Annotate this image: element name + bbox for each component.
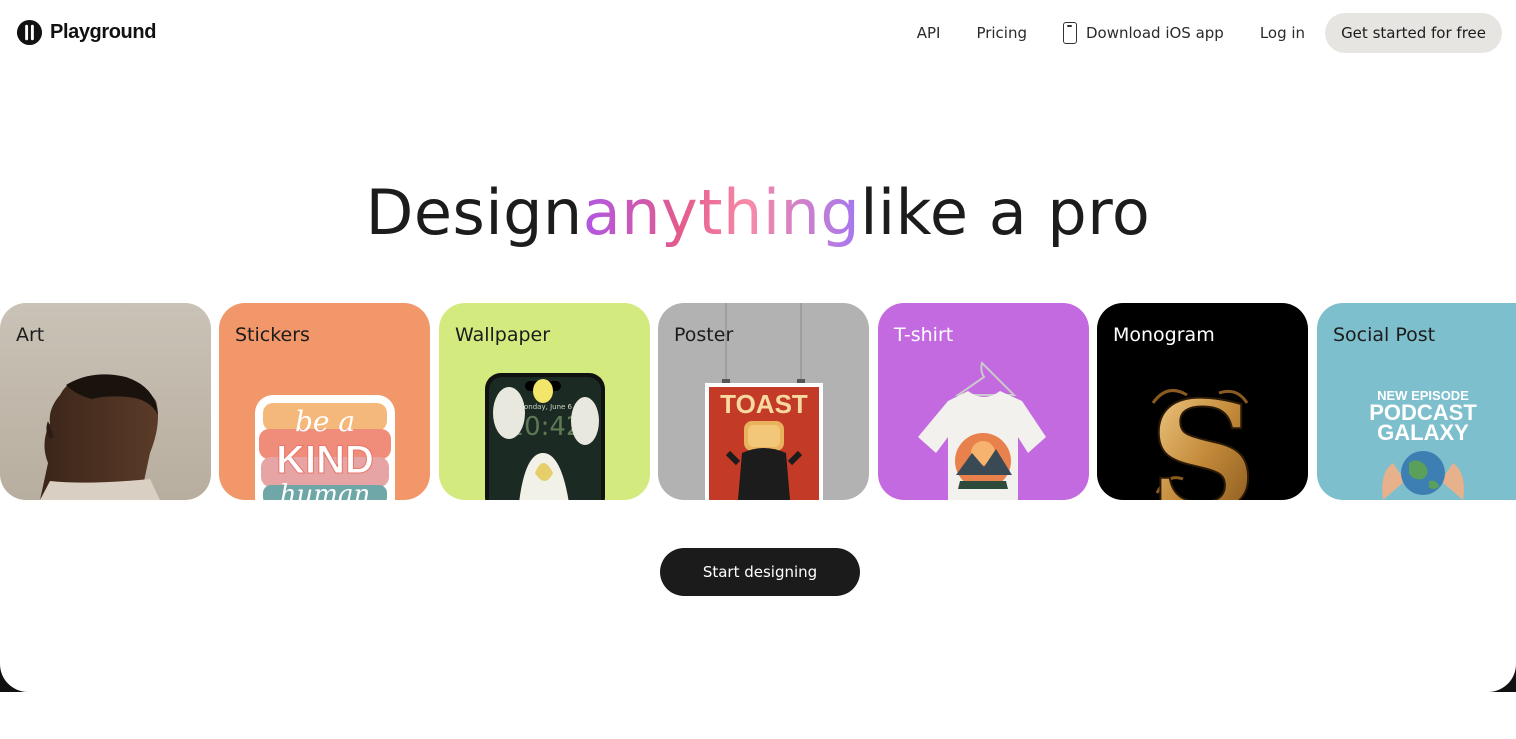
card-label-tshirt: T-shirt — [894, 324, 954, 346]
card-label-poster: Poster — [674, 324, 734, 346]
nav-login-link[interactable]: Log in — [1260, 24, 1305, 42]
card-wallpaper[interactable]: Wallpaper Monday, June 6 10:42 — [439, 303, 650, 500]
nav-api-link[interactable]: API — [917, 24, 941, 42]
get-started-button[interactable]: Get started for free — [1325, 13, 1502, 53]
card-stickers[interactable]: Stickers be a KIND human — [219, 303, 430, 500]
page: Playground API Pricing Download iOS app … — [0, 0, 1516, 739]
start-designing-button[interactable]: Start designing — [660, 548, 860, 596]
card-tshirt[interactable]: T-shirt — [878, 303, 1089, 500]
card-social-post[interactable]: Social Post NEW EPISODE PODCAST GALAXY — [1317, 303, 1516, 500]
card-art[interactable]: Art — [0, 303, 211, 500]
card-label-stickers: Stickers — [235, 324, 310, 346]
nav-download-label: Download iOS app — [1086, 24, 1224, 42]
hero-title-highlight: anything — [582, 176, 861, 249]
nav-download-link[interactable]: Download iOS app — [1063, 22, 1224, 44]
social-text-3: GALAXY — [1377, 420, 1469, 445]
card-poster[interactable]: Poster TOAST — [658, 303, 869, 500]
card-label-monogram: Monogram — [1113, 324, 1215, 346]
hero-title: Designanythinglike a pro — [0, 176, 1516, 249]
hero-corner-right — [1486, 662, 1516, 692]
hero-title-pre: Design — [365, 176, 583, 249]
sticker-text-2: KIND — [276, 438, 374, 482]
card-label-social-post: Social Post — [1333, 324, 1436, 346]
hero-corner-left — [0, 662, 30, 692]
poster-title: TOAST — [720, 389, 808, 419]
top-nav: Playground API Pricing Download iOS app … — [0, 0, 1516, 66]
card-label-art: Art — [16, 324, 45, 346]
wallpaper-date: Monday, June 6 — [518, 403, 573, 411]
nav-links: API Pricing Download iOS app Log in Get … — [881, 13, 1502, 53]
monogram-letter: S — [1149, 369, 1257, 500]
logo[interactable]: Playground — [16, 19, 156, 46]
sticker-text-3: human — [280, 480, 370, 500]
card-label-wallpaper: Wallpaper — [455, 324, 551, 346]
brand-name: Playground — [50, 21, 157, 43]
bottom-band — [0, 692, 1516, 739]
hero-title-post: like a pro — [860, 176, 1151, 249]
playground-logo-icon — [16, 19, 43, 46]
nav-pricing-link[interactable]: Pricing — [976, 24, 1027, 42]
phone-icon — [1063, 22, 1077, 44]
category-cards: Art Stickers be a KIND human Wallpaper M… — [0, 303, 1516, 500]
sticker-text-1: be a — [295, 405, 355, 438]
card-monogram[interactable]: Monogram S — [1097, 303, 1308, 500]
